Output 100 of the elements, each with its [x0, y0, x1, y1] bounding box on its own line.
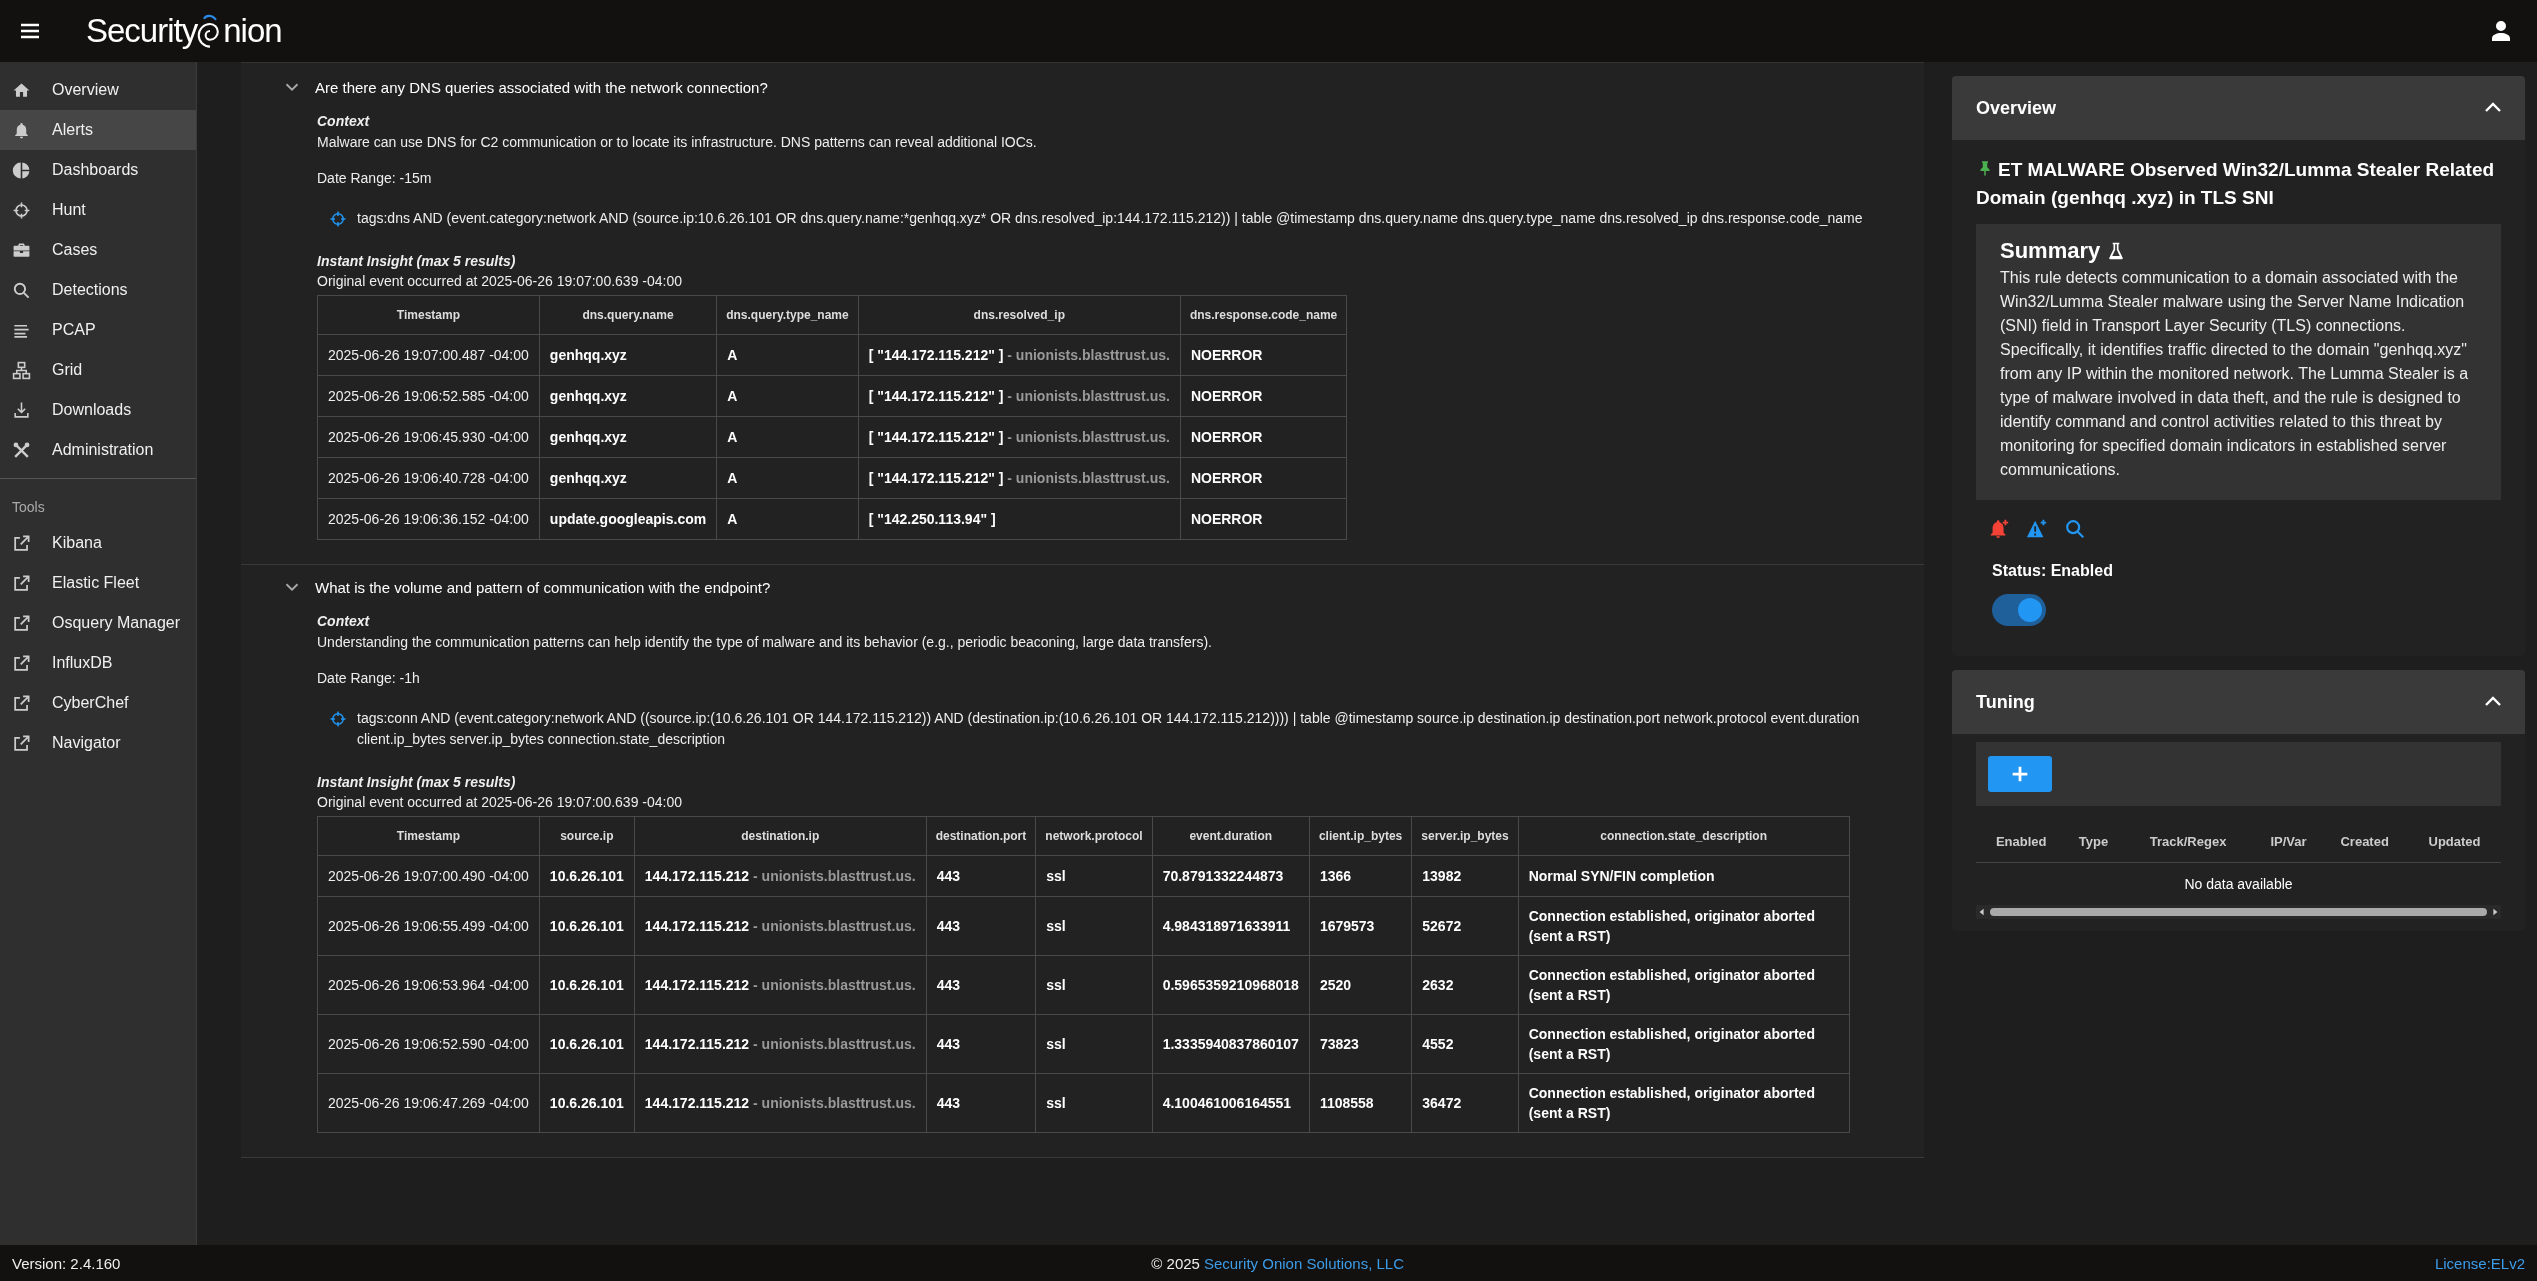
column-header[interactable]: destination.ip — [634, 816, 927, 856]
column-header[interactable]: event.duration — [1152, 816, 1310, 856]
column-header[interactable]: Timestamp — [317, 295, 540, 335]
insight-heading: Instant Insight (max 5 results) — [317, 774, 516, 790]
table-cell: ssl — [1035, 1073, 1153, 1133]
event-time: Original event occurred at 2025-06-26 19:07:00.639 -04:00 — [317, 794, 683, 810]
table-cell: 73823 — [1309, 1014, 1412, 1074]
nav-item[interactable]: Cases — [0, 230, 196, 270]
copyright-text: © 2025 — [1151, 1254, 1200, 1272]
nav-item[interactable]: Detections — [0, 270, 196, 310]
table-cell: 1108558 — [1309, 1073, 1412, 1133]
column-header[interactable]: destination.port — [926, 816, 1036, 856]
table-cell: Normal SYN/FIN completion — [1518, 855, 1850, 897]
question-title[interactable]: Are there any DNS queries associated with the network connection? — [315, 78, 768, 96]
external-link-icon — [12, 653, 31, 673]
crosshair-icon[interactable] — [329, 210, 347, 228]
tool-link[interactable]: InfluxDB — [0, 643, 196, 683]
table-cell: 2025-06-26 19:06:36.152 -04:00 — [317, 498, 540, 540]
table-cell: 2025-06-26 19:07:00.490 -04:00 — [317, 855, 540, 897]
warning-plus-icon — [2026, 518, 2048, 540]
rule-title: ET MALWARE Observed Win32/Lumma Stealer Related Domain (genhqq .xyz) in TLS SNI — [1976, 158, 2496, 210]
table-cell: genhqq.xyz — [539, 375, 717, 417]
column-header[interactable]: dns.resolved_ip — [858, 295, 1181, 335]
column-header[interactable]: client.ip_bytes — [1309, 816, 1412, 856]
table-cell: NOERROR — [1180, 498, 1347, 540]
table-cell: NOERROR — [1180, 375, 1347, 417]
nav-item[interactable]: PCAP — [0, 310, 196, 350]
column-header[interactable]: dns.response.code_name — [1180, 295, 1347, 335]
column-header[interactable]: network.protocol — [1035, 816, 1153, 856]
card-title: Tuning — [1976, 691, 2035, 713]
tool-link[interactable]: CyberChef — [0, 683, 196, 723]
table-cell: Connection established, originator aborted (sent a RST) — [1518, 896, 1850, 956]
column-header[interactable]: connection.state_description — [1518, 816, 1850, 856]
version-text: Version: 2.4.160 — [12, 1254, 121, 1272]
nav-item[interactable]: Overview — [0, 70, 196, 110]
search-icon — [2064, 518, 2086, 540]
column-header[interactable]: dns.query.type_name — [716, 295, 859, 335]
crosshair-icon[interactable] — [329, 710, 347, 728]
table-cell: NOERROR — [1180, 334, 1347, 376]
table-cell: 2025-06-26 19:06:52.590 -04:00 — [317, 1014, 540, 1074]
column-header[interactable]: Enabled — [1976, 820, 2067, 863]
nav-item[interactable]: Alerts — [0, 110, 196, 150]
nav-item[interactable]: Grid — [0, 350, 196, 390]
nav-item[interactable]: Hunt — [0, 190, 196, 230]
tool-link[interactable]: Navigator — [0, 723, 196, 763]
context-heading: Context — [317, 113, 370, 129]
table-cell: ssl — [1035, 1014, 1153, 1074]
query-text: tags:conn AND (event.category:network AND ((source.ip:(10.6.26.101 OR 144.172.115.212)) AND (destination.ip:(10.6.26.101 OR 144.172.115.212)))) | table @timestamp source.ip destination.ip destination.port network.protocol event.duration client.ip_bytes server.ip_bytes connection.state_description — [357, 709, 1861, 749]
briefcase-icon — [12, 240, 31, 260]
table-cell: 10.6.26.101 — [539, 955, 635, 1015]
question-title[interactable]: What is the volume and pattern of communication with the endpoint? — [315, 578, 771, 596]
column-header[interactable]: Type — [2066, 820, 2121, 863]
column-header[interactable]: source.ip — [539, 816, 635, 856]
bell-plus-button[interactable] — [1988, 518, 2010, 540]
tool-link[interactable]: Kibana — [0, 523, 196, 563]
tool-link[interactable]: Osquery Manager — [0, 603, 196, 643]
external-link-icon — [12, 573, 31, 593]
enabled-toggle[interactable] — [1992, 594, 2046, 626]
table-cell: 70.8791332244873 — [1152, 855, 1310, 897]
add-button[interactable] — [1988, 756, 2052, 792]
tool-link[interactable]: Elastic Fleet — [0, 563, 196, 603]
table-cell: 1679573 — [1309, 896, 1412, 956]
table-cell: 443 — [926, 1014, 1036, 1074]
table-cell: [ "142.250.113.94" ] — [858, 498, 1181, 540]
card-title: Overview — [1976, 97, 2057, 119]
logo-text: nion — [223, 12, 282, 50]
table-cell: 13982 — [1411, 855, 1519, 897]
nav-item[interactable]: Dashboards — [0, 150, 196, 190]
column-header[interactable]: Updated — [2408, 820, 2501, 863]
table-cell: A — [716, 457, 859, 499]
warning-plus-button[interactable] — [2026, 518, 2048, 540]
horizontal-scrollbar[interactable] — [1976, 905, 2501, 919]
context-heading: Context — [317, 613, 370, 629]
column-header[interactable]: Track/Regex — [2120, 820, 2256, 863]
table-cell: [ "144.172.115.212" ] - unionists.blasttrust.us. — [858, 416, 1181, 458]
license-link[interactable]: License:ELv2 — [2434, 1254, 2525, 1272]
context-text: Malware can use DNS for C2 communication or to locate its infrastructure. DNS patterns can reveal additional IOCs. — [317, 133, 1038, 152]
column-header[interactable]: IP/Var — [2255, 820, 2322, 863]
context-text: Understanding the communication patterns can help identify the type of malware and its behavior (e.g., periodic beaconing, large data transfers). — [317, 633, 1213, 652]
table-cell: 36472 — [1411, 1073, 1519, 1133]
external-link-icon — [12, 693, 31, 713]
table-cell: 0.5965359210968018 — [1152, 955, 1310, 1015]
company-link[interactable]: Security Onion Solutions, LLC — [1203, 1254, 1405, 1272]
nav-item[interactable]: Administration — [0, 430, 196, 470]
table-cell: 144.172.115.212 - unionists.blasttrust.us. — [634, 855, 927, 897]
column-header[interactable]: server.ip_bytes — [1411, 816, 1519, 856]
table-cell: genhqq.xyz — [539, 416, 717, 458]
column-header[interactable]: Timestamp — [317, 816, 540, 856]
table-cell: NOERROR — [1180, 457, 1347, 499]
search-button[interactable] — [2064, 518, 2086, 540]
column-header[interactable]: dns.query.name — [539, 295, 717, 335]
scroll-right-icon — [2491, 908, 2499, 916]
table-cell: 2025-06-26 19:07:00.487 -04:00 — [317, 334, 540, 376]
summary-heading: Summary — [2000, 238, 2101, 264]
column-header[interactable]: Created — [2321, 820, 2409, 863]
table-cell: 2025-06-26 19:06:40.728 -04:00 — [317, 457, 540, 499]
bell-icon — [12, 120, 31, 140]
nav-item[interactable]: Downloads — [0, 390, 196, 430]
table-cell: A — [716, 334, 859, 376]
section-heading: Tools — [11, 498, 46, 517]
